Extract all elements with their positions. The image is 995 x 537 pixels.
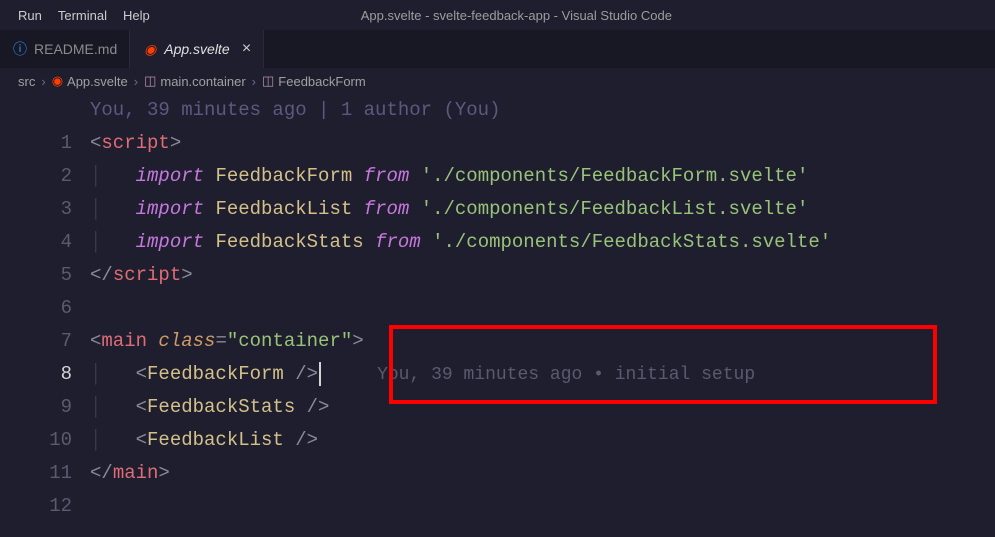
info-icon: ⓘ	[12, 41, 28, 57]
text-cursor	[319, 362, 321, 386]
menu-bar: Run Terminal Help	[0, 4, 158, 27]
line-number: 9	[0, 391, 72, 424]
line-number: 7	[0, 325, 72, 358]
code-content[interactable]: You, 39 minutes ago | 1 author (You) <sc…	[90, 94, 995, 523]
chevron-right-icon: ›	[134, 74, 138, 89]
code-line[interactable]: <script>	[90, 127, 995, 160]
chevron-right-icon: ›	[252, 74, 256, 89]
breadcrumb-symbol[interactable]: FeedbackForm	[278, 74, 365, 89]
chevron-right-icon: ›	[41, 74, 45, 89]
line-number: 10	[0, 424, 72, 457]
code-line[interactable]: </main>	[90, 457, 995, 490]
code-line[interactable]: │ <FeedbackList />	[90, 424, 995, 457]
line-number: 12	[0, 490, 72, 523]
code-line[interactable]: │ import FeedbackList from './components…	[90, 193, 995, 226]
menu-terminal[interactable]: Terminal	[50, 4, 115, 27]
line-gutter: 1 2 3 4 5 6 7 8 9 10 11 12	[0, 94, 90, 523]
code-line[interactable]: </script>	[90, 259, 995, 292]
tab-label: README.md	[34, 41, 117, 57]
svelte-icon: ◉	[142, 41, 158, 57]
symbol-icon: ◫	[262, 73, 274, 89]
line-number: 5	[0, 259, 72, 292]
menu-help[interactable]: Help	[115, 4, 158, 27]
line-number: 8	[0, 358, 72, 391]
svelte-icon: ◉	[52, 73, 63, 89]
breadcrumb-container[interactable]: main.container	[160, 74, 245, 89]
line-number: 6	[0, 292, 72, 325]
window-title: App.svelte - svelte-feedback-app - Visua…	[158, 8, 875, 23]
tab-readme[interactable]: ⓘ README.md	[0, 30, 130, 68]
code-line[interactable]: │ <FeedbackForm />You, 39 minutes ago • …	[90, 358, 995, 391]
code-line[interactable]	[90, 292, 995, 325]
menu-run[interactable]: Run	[10, 4, 50, 27]
line-number: 1	[0, 127, 72, 160]
title-bar: Run Terminal Help App.svelte - svelte-fe…	[0, 0, 995, 30]
breadcrumb-file[interactable]: App.svelte	[67, 74, 128, 89]
code-line[interactable]: │ <FeedbackStats />	[90, 391, 995, 424]
codelens-annotation[interactable]: You, 39 minutes ago | 1 author (You)	[90, 94, 995, 127]
breadcrumb[interactable]: src › ◉ App.svelte › ◫ main.container › …	[0, 68, 995, 94]
tab-label: App.svelte	[164, 41, 229, 57]
container-icon: ◫	[144, 73, 156, 89]
breadcrumb-root[interactable]: src	[18, 74, 35, 89]
code-editor[interactable]: 1 2 3 4 5 6 7 8 9 10 11 12 You, 39 minut…	[0, 94, 995, 523]
line-number: 4	[0, 226, 72, 259]
close-icon[interactable]: ×	[242, 40, 251, 58]
code-line[interactable]	[90, 490, 995, 523]
tab-app-svelte[interactable]: ◉ App.svelte ×	[130, 30, 264, 68]
line-number: 3	[0, 193, 72, 226]
editor-tabs: ⓘ README.md ◉ App.svelte ×	[0, 30, 995, 68]
code-line[interactable]: │ import FeedbackForm from './components…	[90, 160, 995, 193]
line-number: 2	[0, 160, 72, 193]
inline-git-blame[interactable]: You, 39 minutes ago • initial setup	[377, 365, 755, 385]
line-number: 11	[0, 457, 72, 490]
code-line[interactable]: <main class="container">	[90, 325, 995, 358]
code-line[interactable]: │ import FeedbackStats from './component…	[90, 226, 995, 259]
